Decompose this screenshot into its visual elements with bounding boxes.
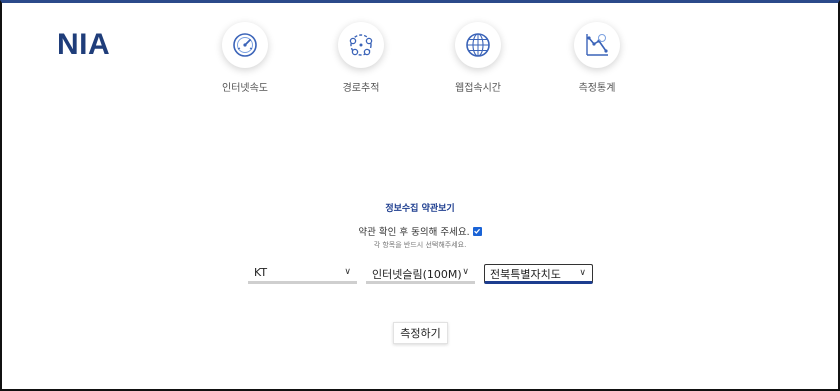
nav-label[interactable]: 측정통계 xyxy=(552,79,642,94)
main-nav: 인터넷속도 경로추적 웹접속시간 측정통계 xyxy=(0,22,840,102)
carrier-select[interactable]: KT ∨ xyxy=(248,264,357,284)
nav-item-web-access-time[interactable]: 웹접속시간 xyxy=(433,22,523,94)
nav-label[interactable]: 경로추적 xyxy=(316,79,406,94)
agree-row: 약관 확인 후 동의해 주세요. xyxy=(0,224,840,238)
chevron-down-icon: ∨ xyxy=(462,267,469,277)
measure-button[interactable]: 측정하기 xyxy=(393,322,448,344)
nav-item-internet-speed[interactable]: 인터넷속도 xyxy=(200,22,290,94)
statistics-icon xyxy=(586,34,608,56)
nav-label[interactable]: 웹접속시간 xyxy=(433,79,523,94)
region-select[interactable]: 전북특별자치도 ∨ xyxy=(484,264,593,284)
plan-select-value: 인터넷슬림(100M) xyxy=(372,268,462,281)
terms-section: 정보수집 약관보기 약관 확인 후 동의해 주세요. 각 항목을 반드시 선택해… xyxy=(0,201,840,250)
nav-circle[interactable] xyxy=(338,22,384,68)
plan-select[interactable]: 인터넷슬림(100M) ∨ xyxy=(366,264,475,284)
nav-circle[interactable] xyxy=(222,22,268,68)
agree-note: 각 항목을 반드시 선택해주세요. xyxy=(373,241,467,249)
agree-label: 약관 확인 후 동의해 주세요. xyxy=(358,227,470,238)
speedometer-icon xyxy=(233,33,257,57)
nav-label[interactable]: 인터넷속도 xyxy=(200,79,290,94)
chevron-down-icon: ∨ xyxy=(344,267,351,277)
globe-icon xyxy=(466,33,490,57)
nav-item-measurement-stats[interactable]: 측정통계 xyxy=(552,22,642,94)
agree-checkbox[interactable] xyxy=(472,226,482,236)
checkmark-icon xyxy=(474,228,481,234)
terms-link[interactable]: 정보수집 약관보기 xyxy=(0,201,840,214)
nav-item-route-trace[interactable]: 경로추적 xyxy=(316,22,406,94)
nav-circle[interactable] xyxy=(455,22,501,68)
carrier-select-value: KT xyxy=(254,266,268,279)
region-select-value: 전북특별자치도 xyxy=(490,268,561,281)
nav-circle[interactable] xyxy=(574,22,620,68)
route-trace-icon xyxy=(349,34,373,56)
chevron-down-icon: ∨ xyxy=(579,268,586,278)
